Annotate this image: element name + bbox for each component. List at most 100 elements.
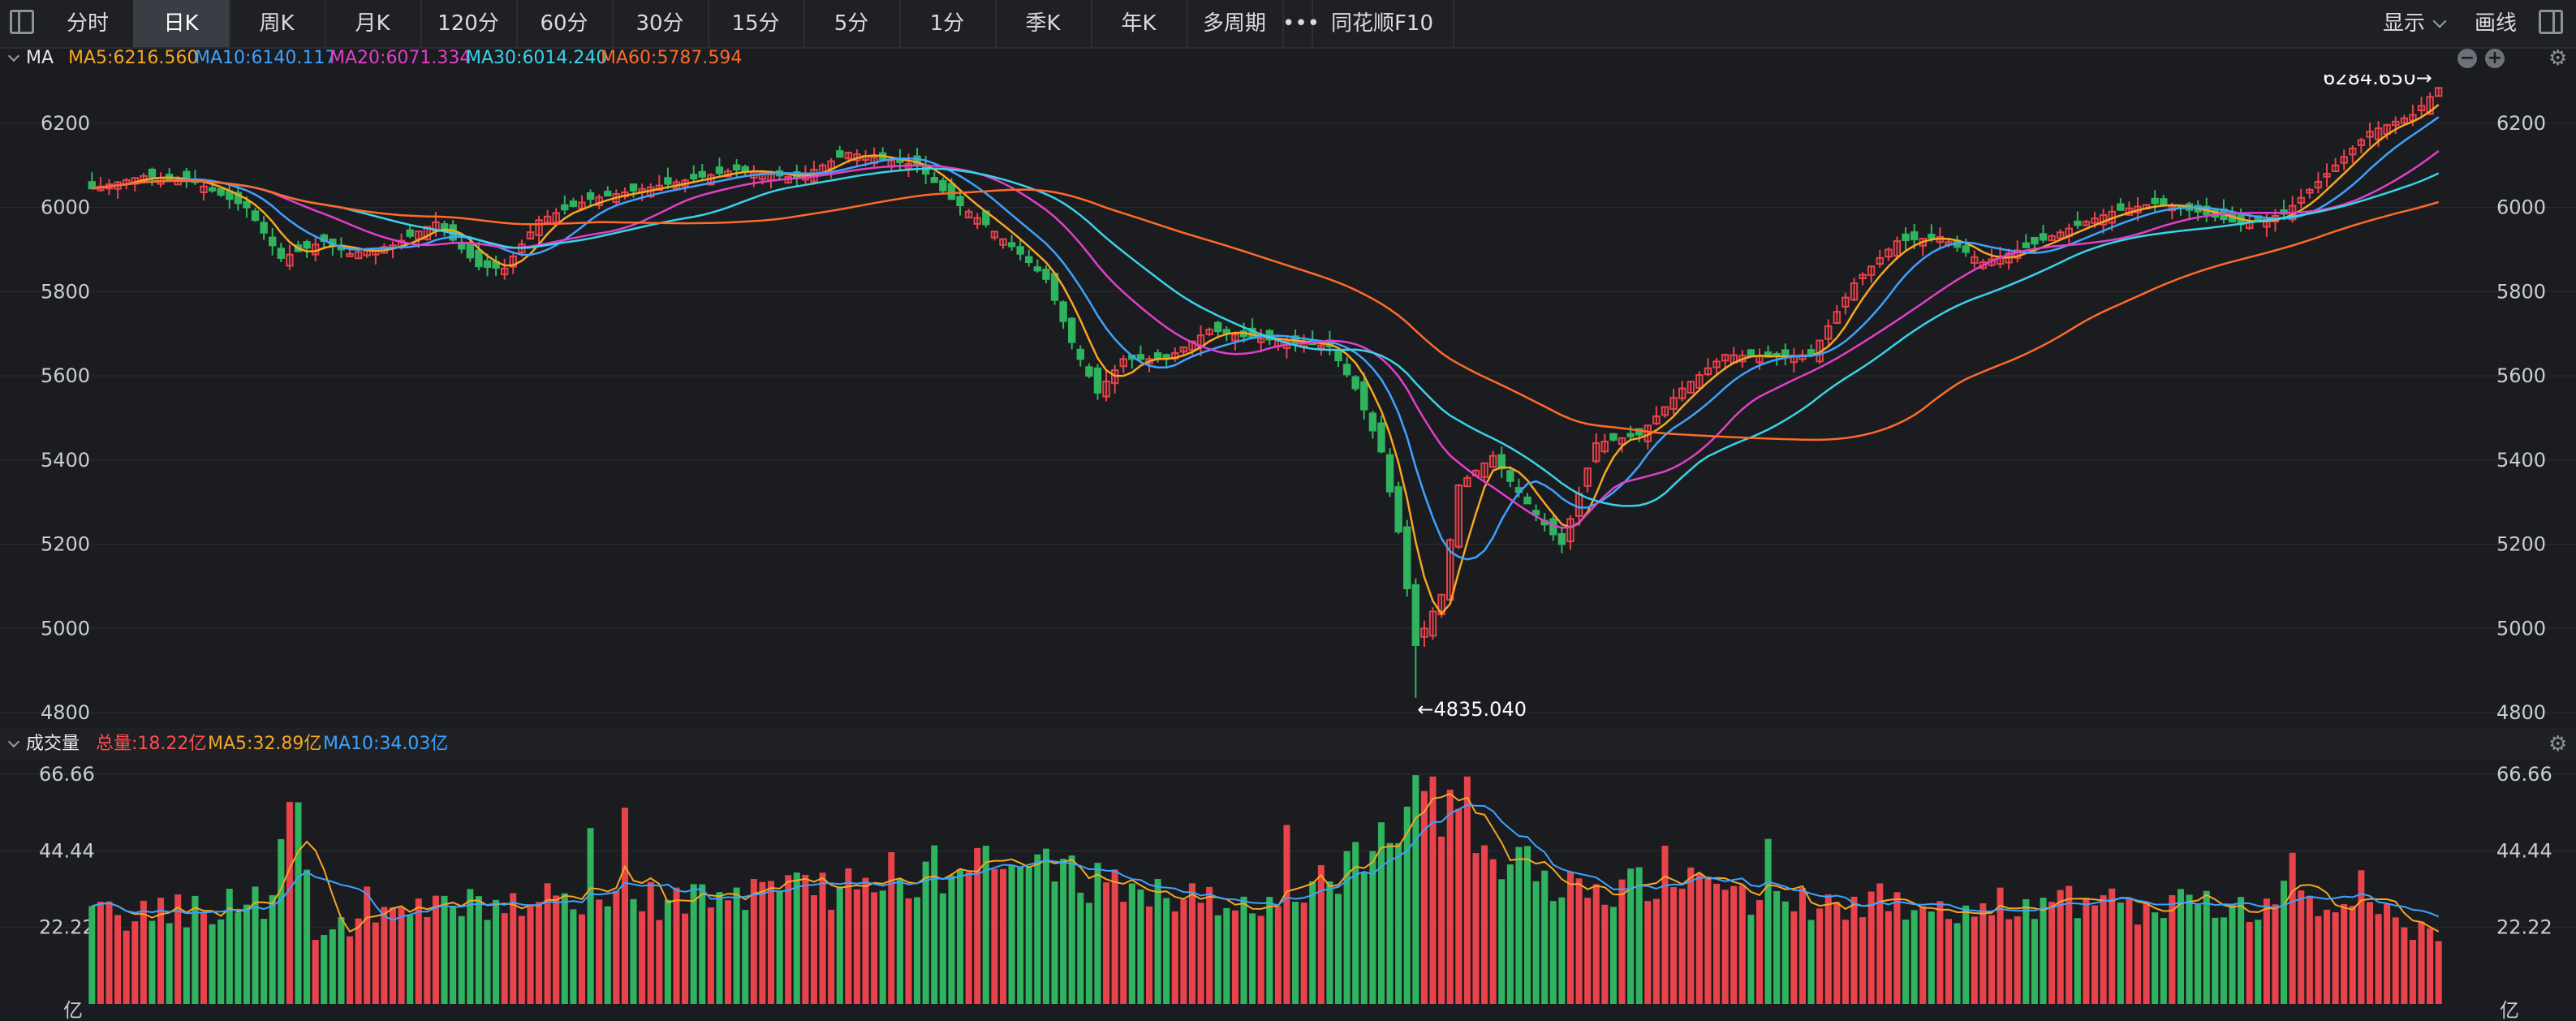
down-candle <box>1928 233 1936 239</box>
down-candle <box>1377 422 1385 453</box>
volume-unit-left: 亿 <box>63 999 83 1021</box>
volume-bar-up <box>1885 911 1892 1004</box>
volume-bar-down <box>1541 870 1549 1004</box>
y-tick-label-right: 5600 <box>2496 364 2546 387</box>
volume-bar-up <box>347 936 354 1004</box>
volume-bar-up <box>2401 927 2408 1004</box>
volume-bar-up <box>1120 902 1127 1004</box>
volume-bar-down <box>1807 920 1815 1004</box>
display-menu[interactable]: 显示 <box>2383 0 2447 47</box>
down-candle <box>586 192 595 200</box>
volume-bar-up <box>2341 903 2348 1004</box>
volume-bar-down <box>1902 920 1910 1004</box>
volume-bar-down <box>1266 897 1273 1004</box>
volume-bar-up <box>2435 941 2442 1004</box>
volume-tick-label-left: 66.66 <box>39 763 95 786</box>
tab-13[interactable]: ••• <box>1282 0 1320 47</box>
volume-bar-down <box>561 893 568 1004</box>
volume-bar-down <box>1747 915 1755 1004</box>
volume-bar-up <box>1824 894 1832 1004</box>
volume-legend: 成交量 总量:18.22亿 MA5:32.89亿 MA10:34.03亿 ⚙ <box>0 728 2576 760</box>
volume-bar-up <box>1206 886 1213 1004</box>
y-tick-label-left: 4800 <box>41 701 90 724</box>
volume-bar-down <box>1549 901 1557 1004</box>
volume-bar-down <box>2195 904 2202 1004</box>
volume-bar-up <box>2100 895 2107 1004</box>
zoom-in-icon[interactable]: + <box>2485 49 2505 68</box>
tab-10[interactable]: 季K <box>995 0 1092 47</box>
volume-chart: 66.66 66.66 44.44 44.44 22.22 22.22 亿 亿 <box>0 763 2576 1021</box>
volume-bar-down <box>2229 904 2236 1004</box>
volume-bar-down <box>2022 898 2030 1004</box>
volume-bar-down <box>2238 897 2245 1004</box>
volume-bar-up <box>1971 916 1978 1004</box>
volume-bar-up <box>2057 890 2064 1004</box>
zoom-out-icon[interactable]: − <box>2458 49 2477 68</box>
tab-9[interactable]: 1分 <box>899 0 997 47</box>
tab-11[interactable]: 年K <box>1091 0 1188 47</box>
volume-bar-up <box>553 895 560 1004</box>
volume-bar-up <box>1687 867 1695 1004</box>
ma60-legend: MA60:5787.594 <box>601 48 743 68</box>
volume-bar-up <box>1472 853 1480 1004</box>
draw-lines-button[interactable]: 画线 <box>2475 0 2517 47</box>
volume-bar-up <box>1420 791 1428 1004</box>
volume-bar-up <box>767 881 775 1004</box>
volume-bar-up <box>1893 892 1901 1004</box>
volume-bar-down <box>1558 897 1566 1004</box>
volume-bar-down <box>570 909 577 1004</box>
down-candle <box>1342 364 1351 376</box>
volume-bar-up <box>97 902 104 1004</box>
volume-bar-up <box>1842 920 1849 1004</box>
volume-bar-up <box>1618 879 1626 1004</box>
volume-bar-up <box>106 901 113 1004</box>
tab-0[interactable]: 分时 <box>42 0 135 47</box>
volume-bar-up <box>2384 903 2391 1004</box>
gear-icon[interactable]: ⚙ <box>2548 48 2567 69</box>
volume-bar-down <box>1377 822 1385 1004</box>
tab-8[interactable]: 5分 <box>803 0 901 47</box>
tab-14[interactable]: 同花顺F10 <box>1312 0 1454 47</box>
down-candle <box>1411 584 1420 647</box>
down-candle <box>732 164 741 170</box>
down-candle <box>930 177 938 183</box>
volume-bar-down <box>879 890 886 1004</box>
down-candle <box>475 249 483 268</box>
left-panel-toggle-icon[interactable] <box>10 10 34 34</box>
volume-bar-down <box>733 887 740 1004</box>
collapse-chevron-icon[interactable] <box>7 735 20 748</box>
tab-4[interactable]: 120分 <box>420 0 518 47</box>
volume-bar-up <box>355 918 362 1004</box>
volume-bar-up <box>518 915 525 1004</box>
tab-5[interactable]: 60分 <box>516 0 614 47</box>
right-panel-toggle-icon[interactable] <box>2539 10 2563 34</box>
chevron-down-icon <box>2432 14 2447 28</box>
volume-bar-down <box>338 917 345 1004</box>
tab-12[interactable]: 多周期 <box>1187 0 1284 47</box>
tab-1[interactable]: 日K <box>133 0 230 47</box>
tab-3[interactable]: 月K <box>325 0 422 47</box>
volume-bar-up <box>596 899 603 1004</box>
draw-lines-label: 画线 <box>2475 11 2518 36</box>
tab-6[interactable]: 30分 <box>612 0 709 47</box>
volume-bar-down <box>776 890 783 1004</box>
volume-bar-up <box>1850 896 1858 1004</box>
volume-bar-down <box>2212 917 2219 1004</box>
volume-bar-down <box>1609 907 1617 1004</box>
volume-bar-up <box>123 930 130 1004</box>
down-candle <box>629 183 638 192</box>
y-tick-label-left: 5200 <box>41 533 90 556</box>
volume-bar-up <box>845 868 852 1004</box>
volume-ma10-legend: MA10:34.03亿 <box>323 734 449 754</box>
collapse-chevron-icon[interactable] <box>7 50 20 62</box>
down-candle <box>1093 367 1102 394</box>
volume-bar-up <box>991 868 998 1004</box>
volume-bar-up <box>1816 908 1824 1004</box>
tab-2[interactable]: 周K <box>229 0 326 47</box>
volume-bar-up <box>802 874 809 1004</box>
tab-7[interactable]: 15分 <box>708 0 805 47</box>
volume-bar-down <box>484 920 491 1004</box>
gear-icon[interactable]: ⚙ <box>2548 734 2567 755</box>
volume-bar-up <box>2263 898 2270 1004</box>
volume-bar-up <box>424 916 431 1004</box>
